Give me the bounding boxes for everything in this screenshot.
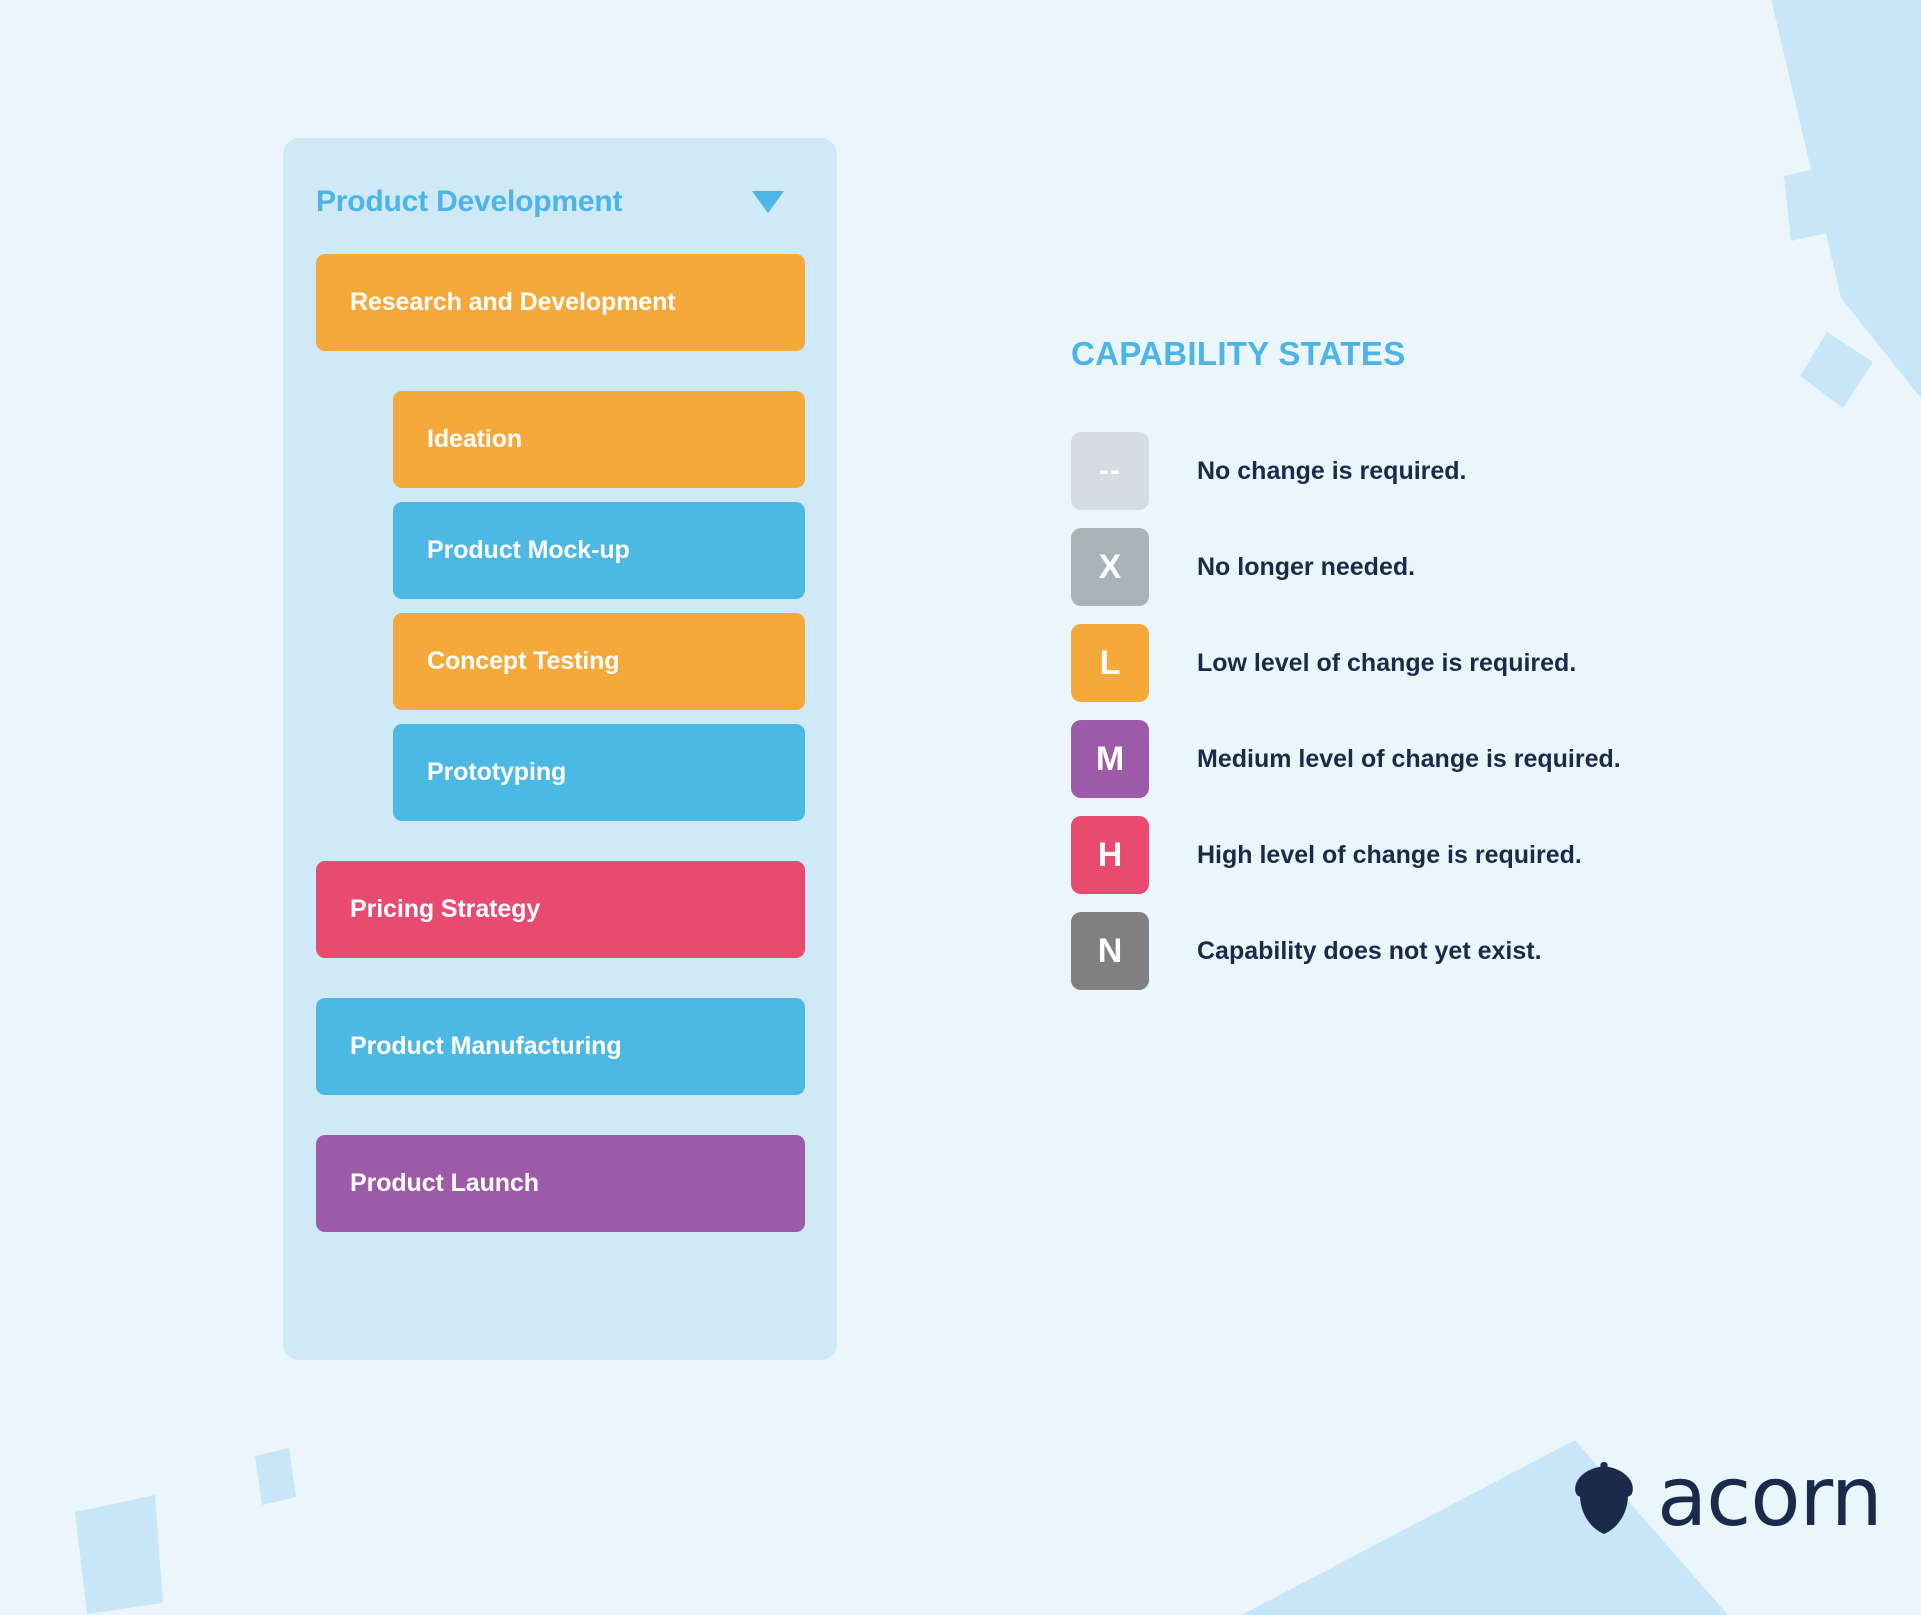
capability-bar[interactable]: Research and Development: [316, 254, 805, 351]
acorn-wordmark: acorn: [1657, 1450, 1883, 1546]
legend-title: CAPABILITY STATES: [1071, 335, 1406, 372]
status-badge: L: [1071, 624, 1149, 702]
capability-bar-label: Product Mock-up: [427, 536, 630, 564]
status-badge: X: [1071, 528, 1149, 606]
capability-bar-label: Ideation: [427, 425, 523, 453]
legend-row: -- No change is required.: [1071, 423, 1621, 519]
legend-description: Medium level of change is required.: [1197, 744, 1621, 773]
legend-row-list: -- No change is required. X No longer neede…: [1071, 423, 1621, 999]
decor-shape-diamond-right: [1800, 332, 1873, 408]
acorn-logo: acorn: [1573, 1450, 1883, 1546]
capability-bar[interactable]: Ideation: [393, 391, 805, 488]
status-badge: --: [1071, 432, 1149, 510]
decor-shape-top-right-small: [1784, 163, 1849, 241]
legend-row: N Capability does not yet exist.: [1071, 903, 1621, 999]
legend-description: No longer needed.: [1197, 552, 1416, 581]
decor-shape-top-right-large: [1771, 0, 1921, 399]
status-badge: M: [1071, 720, 1149, 798]
decor-shape-bottom-square: [75, 1495, 163, 1614]
chevron-down-icon[interactable]: [752, 191, 784, 213]
legend-description: Capability does not yet exist.: [1197, 936, 1542, 965]
status-badge: H: [1071, 816, 1149, 894]
acorn-icon: [1575, 1462, 1633, 1534]
capability-panel: Product Development Research and Develop…: [283, 138, 837, 1360]
capability-bar[interactable]: Concept Testing: [393, 613, 805, 710]
capability-bar-label: Product Launch: [350, 1169, 539, 1197]
capability-states-legend: CAPABILITY STATES -- No change is require…: [1071, 335, 1621, 999]
legend-description: High level of change is required.: [1197, 840, 1582, 869]
status-badge: N: [1071, 912, 1149, 990]
decor-shape-bottom-square-small: [255, 1448, 296, 1505]
capability-bar-label: Pricing Strategy: [350, 895, 541, 923]
panel-header[interactable]: Product Development: [316, 180, 806, 224]
page-title: Product Development: [316, 185, 623, 218]
legend-description: Low level of change is required.: [1197, 648, 1577, 677]
capability-bar[interactable]: Pricing Strategy: [316, 861, 805, 958]
legend-row: L Low level of change is required.: [1071, 615, 1621, 711]
capability-bar[interactable]: Product Launch: [316, 1135, 805, 1232]
capability-bar-label: Prototyping: [427, 758, 567, 786]
legend-row: H High level of change is required.: [1071, 807, 1621, 903]
capability-bar[interactable]: Product Manufacturing: [316, 998, 805, 1095]
capability-bar-label: Research and Development: [350, 288, 676, 316]
capability-bar-label: Concept Testing: [427, 647, 620, 675]
capability-bar[interactable]: Product Mock-up: [393, 502, 805, 599]
capability-bar[interactable]: Prototyping: [393, 724, 805, 821]
legend-row: M Medium level of change is required.: [1071, 711, 1621, 807]
legend-row: X No longer needed.: [1071, 519, 1621, 615]
capability-bar-label: Product Manufacturing: [350, 1032, 622, 1060]
legend-description: No change is required.: [1197, 456, 1467, 485]
